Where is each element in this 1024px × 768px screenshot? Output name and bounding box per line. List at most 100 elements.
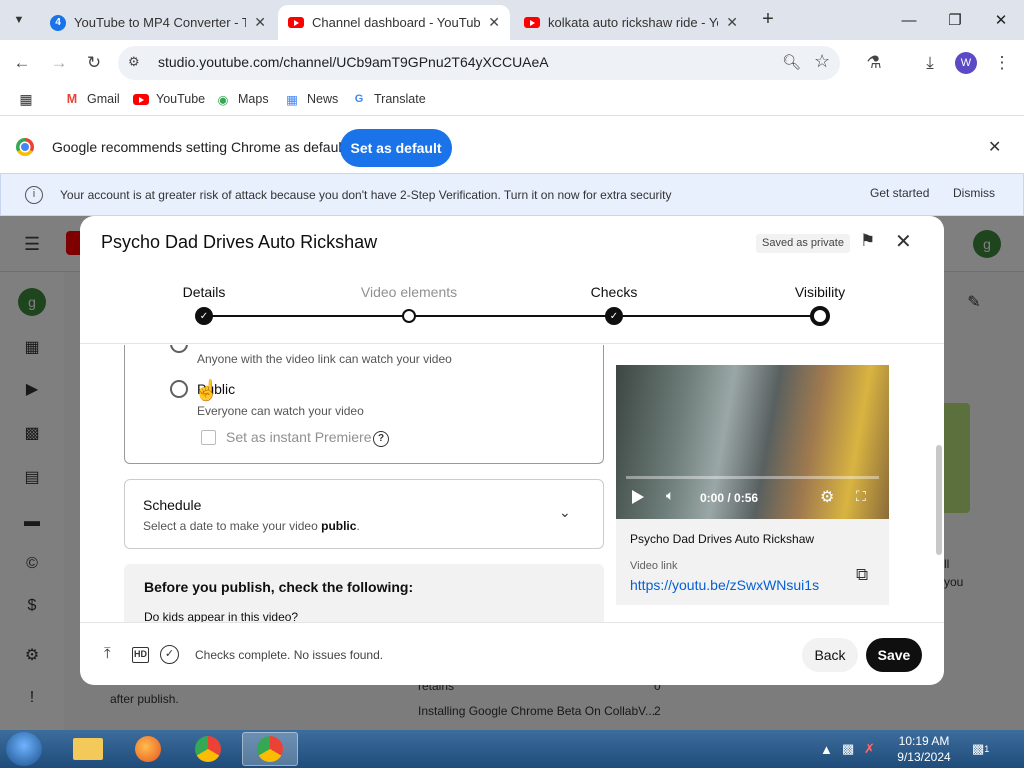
radio-unlisted[interactable] bbox=[170, 345, 188, 353]
volume-muted-icon[interactable]: ✗ bbox=[864, 730, 875, 768]
download-icon[interactable]: ⤓ bbox=[917, 50, 943, 76]
taskbar-clock[interactable]: 10:19 AM 9/13/2024 bbox=[888, 733, 960, 765]
set-default-button[interactable]: Set as default bbox=[340, 129, 452, 167]
dialog-footer: ⤒ HD ✓ Checks complete. No issues found.… bbox=[80, 622, 944, 685]
volume-icon[interactable]: 🔈︎ bbox=[666, 487, 674, 504]
news-icon: ▦ bbox=[286, 92, 298, 107]
menu-kebab-icon[interactable]: ⋮ bbox=[989, 50, 1015, 76]
default-browser-banner: Google recommends setting Chrome as defa… bbox=[0, 121, 1024, 173]
clock-date: 9/13/2024 bbox=[897, 750, 951, 764]
tab-channel-dashboard[interactable]: Channel dashboard - YouTube ✕ bbox=[278, 5, 510, 40]
bookmark-maps[interactable]: ◉ Maps bbox=[215, 92, 269, 107]
stepper-line bbox=[204, 315, 820, 317]
video-link[interactable]: https://youtu.be/zSwxWNsui1s bbox=[630, 577, 819, 593]
step-checks[interactable]: Checks bbox=[591, 284, 638, 300]
step-visibility[interactable]: Visibility bbox=[795, 284, 845, 300]
close-icon[interactable]: ✕ bbox=[895, 229, 912, 254]
settings-gear-icon[interactable]: ⚙ bbox=[820, 487, 834, 507]
bookmark-news[interactable]: ▦ News bbox=[284, 92, 338, 107]
tab-youtube-mp4[interactable]: 4 YouTube to MP4 Converter - Tu ✕ bbox=[40, 5, 276, 40]
checklist-question: Do kids appear in this video? bbox=[144, 610, 299, 622]
profile-avatar[interactable]: W bbox=[955, 52, 977, 74]
security-alert-bar: i Your account is at greater risk of att… bbox=[0, 173, 1024, 216]
video-time: 0:00 / 0:56 bbox=[700, 491, 759, 505]
tab-title: kolkata auto rickshaw ride - Yo bbox=[548, 15, 719, 30]
labs-flask-icon[interactable]: ⚗ bbox=[861, 50, 887, 76]
close-icon[interactable]: ✕ bbox=[488, 14, 500, 31]
get-started-link[interactable]: Get started bbox=[870, 186, 929, 200]
public-description: Everyone can watch your video bbox=[197, 404, 364, 418]
save-button[interactable]: Save bbox=[866, 638, 922, 672]
tab-search-button[interactable]: ▼ bbox=[6, 8, 32, 32]
step-video-elements[interactable]: Video elements bbox=[361, 284, 457, 300]
instant-premiere-label[interactable]: Set as instant Premiere bbox=[226, 429, 372, 445]
bookmark-gmail[interactable]: M Gmail bbox=[64, 92, 120, 106]
report-flag-icon[interactable]: ⚑ bbox=[860, 231, 875, 251]
url-text[interactable]: studio.youtube.com/channel/UCb9amT9GPnu2… bbox=[158, 54, 549, 70]
schedule-title: Schedule bbox=[143, 497, 202, 513]
video-link-label: Video link bbox=[630, 560, 678, 572]
bookmark-youtube[interactable]: YouTube bbox=[133, 92, 205, 106]
dialog-title: Psycho Dad Drives Auto Rickshaw bbox=[101, 232, 378, 252]
back-button[interactable]: Back bbox=[802, 638, 858, 672]
reload-button[interactable]: ↻ bbox=[81, 50, 107, 76]
banner-text: Google recommends setting Chrome as defa… bbox=[52, 139, 346, 155]
forward-button[interactable]: → bbox=[46, 50, 72, 76]
fullscreen-icon[interactable]: ⛶ bbox=[856, 488, 866, 505]
close-icon[interactable]: ✕ bbox=[726, 14, 738, 31]
checkmark-icon: ✓ bbox=[605, 307, 623, 325]
play-icon[interactable] bbox=[632, 490, 644, 504]
hd-icon: HD bbox=[132, 647, 149, 663]
close-icon[interactable]: ✕ bbox=[254, 14, 266, 31]
chrome-beta-taskbar-icon[interactable] bbox=[242, 732, 298, 766]
bookmark-translate[interactable]: G Translate bbox=[351, 92, 426, 106]
chrome-taskbar-icon[interactable] bbox=[182, 732, 234, 766]
restore-button[interactable]: ❐ bbox=[932, 0, 978, 40]
video-progress-bar[interactable] bbox=[626, 476, 879, 479]
show-hidden-icons[interactable]: ▲ bbox=[820, 730, 833, 768]
upload-dialog: Psycho Dad Drives Auto Rickshaw Saved as… bbox=[80, 216, 944, 685]
video-player[interactable]: 🔈︎ 0:00 / 0:56 ⚙ ⛶ bbox=[616, 365, 889, 519]
firefox-icon[interactable] bbox=[122, 732, 174, 766]
zoom-icon[interactable]: 🔍︎ bbox=[782, 53, 801, 71]
apps-grid-icon[interactable]: ▦ bbox=[18, 91, 41, 107]
site-info-icon[interactable]: ⚙ bbox=[128, 54, 140, 70]
preview-video-title: Psycho Dad Drives Auto Rickshaw bbox=[630, 532, 815, 546]
help-icon[interactable]: ? bbox=[373, 431, 389, 447]
bookmark-star-icon[interactable]: ☆ bbox=[814, 51, 830, 72]
tab-favicon: 4 bbox=[50, 14, 66, 31]
upload-icon: ⤒ bbox=[104, 645, 111, 662]
visibility-options-box: Anyone with the video link can watch you… bbox=[124, 345, 604, 464]
clock-time: 10:19 AM bbox=[898, 734, 950, 748]
notification-icon[interactable]: ▩ 1 bbox=[972, 730, 989, 768]
saved-status-badge: Saved as private bbox=[756, 234, 850, 253]
address-bar[interactable]: ⚙ studio.youtube.com/channel/UCb9amT9GPn… bbox=[118, 46, 840, 80]
alert-text: Your account is at greater risk of attac… bbox=[60, 188, 672, 202]
step-details[interactable]: Details bbox=[183, 284, 226, 300]
tab-kolkata-ride[interactable]: kolkata auto rickshaw ride - Yo ✕ bbox=[514, 5, 748, 40]
instant-premiere-checkbox[interactable] bbox=[201, 430, 216, 445]
step-dot bbox=[402, 309, 416, 323]
gmail-icon: M bbox=[66, 92, 78, 106]
new-tab-button[interactable]: + bbox=[756, 8, 780, 32]
back-button[interactable]: ← bbox=[9, 50, 35, 76]
bookmarks-bar: ▦ M Gmail YouTube ◉ Maps ▦ News G Transl… bbox=[0, 86, 1024, 116]
content-scrollbar[interactable] bbox=[936, 445, 942, 555]
chevron-down-icon[interactable]: ⌄ bbox=[559, 504, 571, 521]
browser-toolbar: ← → ↻ ⚙ studio.youtube.com/channel/UCb9a… bbox=[0, 40, 1024, 86]
minimize-button[interactable]: — bbox=[886, 0, 932, 40]
dismiss-link[interactable]: Dismiss bbox=[953, 186, 995, 200]
checklist-title: Before you publish, check the following: bbox=[144, 579, 414, 595]
step-dot-current bbox=[810, 306, 830, 326]
windows-start-button[interactable] bbox=[6, 732, 42, 766]
notification-count: 1 bbox=[984, 744, 990, 754]
network-icon[interactable]: ▩ bbox=[842, 730, 854, 768]
copy-icon[interactable]: ⧉ bbox=[856, 565, 868, 585]
file-explorer-icon[interactable] bbox=[62, 732, 114, 766]
close-window-button[interactable]: ✕ bbox=[978, 0, 1024, 40]
schedule-section[interactable]: Schedule Select a date to make your vide… bbox=[124, 479, 604, 549]
youtube-icon bbox=[524, 15, 540, 31]
mouse-cursor-icon: ☝ bbox=[194, 380, 219, 402]
radio-public[interactable] bbox=[170, 380, 188, 398]
close-icon[interactable]: ✕ bbox=[988, 137, 1001, 157]
